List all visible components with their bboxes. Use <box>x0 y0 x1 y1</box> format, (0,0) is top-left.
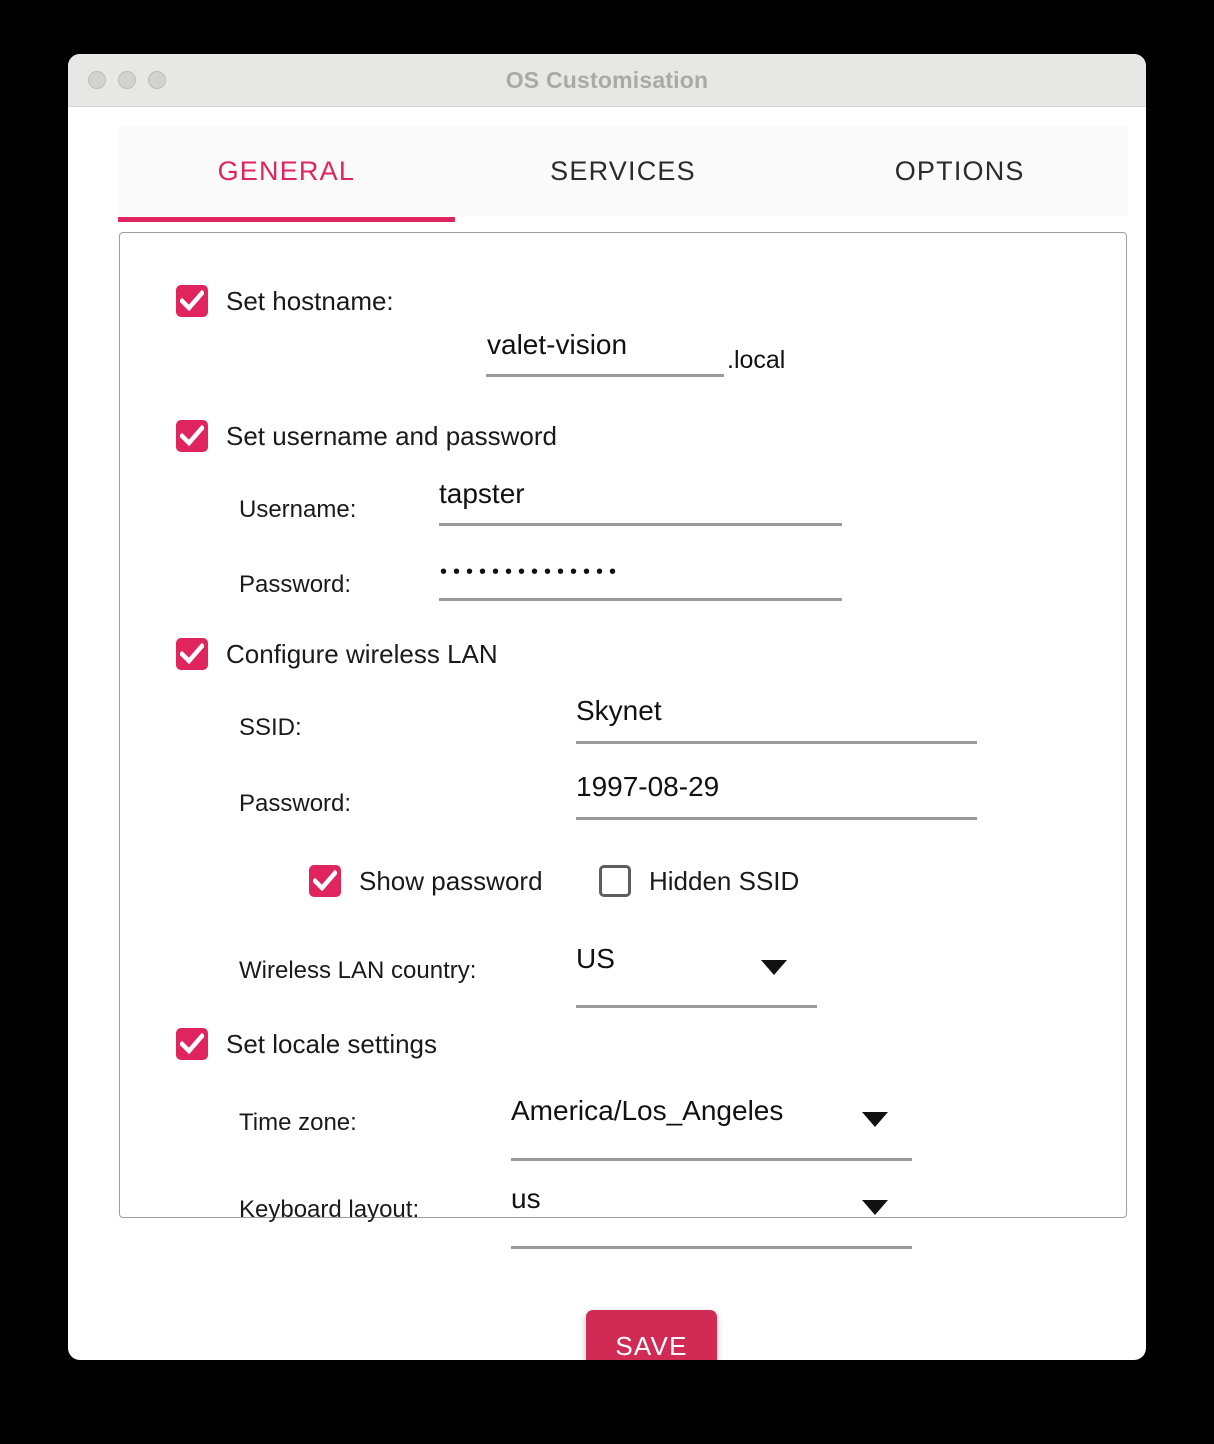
time-zone-label: Time zone: <box>239 1109 357 1136</box>
account-password-input[interactable]: •••••••••••••• <box>440 561 622 584</box>
save-button[interactable]: SAVE <box>586 1310 717 1360</box>
set-username-password-label: Set username and password <box>226 420 557 451</box>
tab-bar: GENERAL SERVICES OPTIONS <box>118 126 1128 222</box>
checkmark-icon <box>313 870 337 892</box>
ssid-label: SSID: <box>239 714 302 741</box>
wireless-lan-country-select[interactable]: US <box>576 943 615 975</box>
username-label: Username: <box>239 496 357 523</box>
account-password-input-underline <box>439 598 842 601</box>
general-settings-panel: Set hostname: valet-vision .local Set us… <box>119 232 1127 1249</box>
hostname-input[interactable]: valet-vision <box>487 329 627 361</box>
show-password-row: Show password <box>309 865 543 897</box>
keyboard-layout-select[interactable]: us <box>511 1183 541 1215</box>
tab-general[interactable]: GENERAL <box>118 126 455 222</box>
minimize-button-icon[interactable] <box>118 71 136 89</box>
username-input[interactable]: tapster <box>439 478 525 510</box>
close-button-icon[interactable] <box>88 71 106 89</box>
configure-wireless-lan-checkbox[interactable] <box>176 638 208 670</box>
hidden-ssid-label: Hidden SSID <box>649 865 800 896</box>
set-user-row: Set username and password <box>176 420 557 452</box>
checkmark-icon <box>180 425 204 447</box>
wifi-password-label: Password: <box>239 790 352 817</box>
desktop-background: OS Customisation GENERAL SERVICES OPTION… <box>0 0 1214 1444</box>
set-locale-settings-checkbox[interactable] <box>176 1028 208 1060</box>
wireless-lan-country-underline <box>576 1005 817 1008</box>
hostname-input-underline <box>486 374 724 377</box>
show-password-checkbox[interactable] <box>309 865 341 897</box>
keyboard-layout-label: Keyboard layout: <box>239 1196 420 1223</box>
checkmark-icon <box>180 1033 204 1055</box>
window-title: OS Customisation <box>505 66 709 93</box>
time-zone-underline <box>511 1158 912 1161</box>
os-customisation-window: OS Customisation GENERAL SERVICES OPTION… <box>68 54 1146 1360</box>
configure-wireless-lan-label: Configure wireless LAN <box>226 638 498 669</box>
zoom-button-icon[interactable] <box>148 71 166 89</box>
set-hostname-label: Set hostname: <box>226 285 394 316</box>
show-password-label: Show password <box>359 865 543 896</box>
set-hostname-row: Set hostname: <box>176 285 394 317</box>
chevron-down-icon[interactable] <box>862 1200 888 1215</box>
ssid-input[interactable]: Skynet <box>576 695 662 727</box>
set-locale-settings-label: Set locale settings <box>226 1028 438 1059</box>
username-input-underline <box>439 523 842 526</box>
chevron-down-icon[interactable] <box>862 1112 888 1127</box>
keyboard-layout-underline <box>511 1246 912 1249</box>
time-zone-select[interactable]: America/Los_Angeles <box>511 1095 783 1127</box>
hidden-ssid-row: Hidden SSID <box>599 865 799 897</box>
checkmark-icon <box>180 643 204 665</box>
configure-wifi-row: Configure wireless LAN <box>176 638 498 670</box>
hostname-suffix: .local <box>727 346 786 374</box>
wireless-lan-country-label: Wireless LAN country: <box>239 957 477 984</box>
traffic-light-group <box>88 54 166 106</box>
account-password-label: Password: <box>239 571 352 598</box>
wifi-password-input-underline <box>576 817 977 820</box>
set-username-password-checkbox[interactable] <box>176 420 208 452</box>
set-hostname-checkbox[interactable] <box>176 285 208 317</box>
set-locale-row: Set locale settings <box>176 1028 437 1060</box>
tab-options[interactable]: OPTIONS <box>791 126 1128 216</box>
window-titlebar: OS Customisation <box>68 54 1146 107</box>
wifi-password-input[interactable]: 1997-08-29 <box>576 771 719 803</box>
hidden-ssid-checkbox[interactable] <box>599 865 631 897</box>
checkmark-icon <box>180 290 204 312</box>
chevron-down-icon[interactable] <box>761 960 787 975</box>
tab-services[interactable]: SERVICES <box>455 126 792 216</box>
ssid-input-underline <box>576 741 977 744</box>
